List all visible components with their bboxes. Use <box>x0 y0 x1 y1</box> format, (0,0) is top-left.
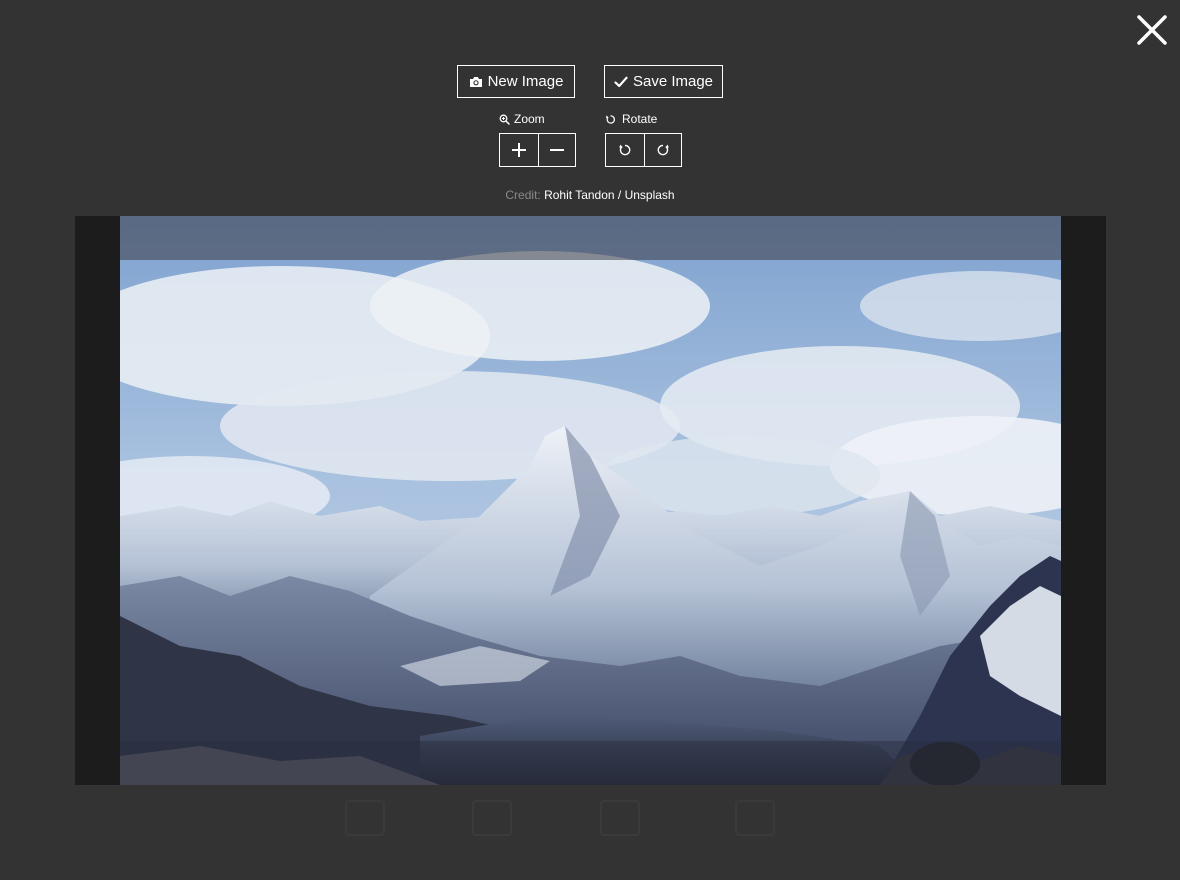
zoom-icon <box>499 114 510 125</box>
rotate-left-icon <box>619 144 631 156</box>
plus-icon <box>511 143 526 157</box>
close-button[interactable] <box>1134 12 1170 48</box>
check-icon <box>614 76 628 87</box>
faint-tool-icon <box>735 800 775 836</box>
zoom-label: Zoom <box>514 112 545 126</box>
credit-prefix: Credit: <box>505 188 541 202</box>
rotate-right-button[interactable] <box>643 134 682 166</box>
faint-tool-icon <box>600 800 640 836</box>
mountain-image <box>120 216 1061 785</box>
new-image-label: New Image <box>487 73 564 90</box>
save-image-button[interactable]: Save Image <box>604 65 723 98</box>
faint-bottom-toolbar <box>0 795 1180 845</box>
zoom-controls <box>499 133 576 167</box>
photo-credit: Credit: Rohit Tandon / Unsplash <box>0 188 1180 202</box>
rotate-controls <box>605 133 682 167</box>
zoom-in-button[interactable] <box>500 134 538 166</box>
mountain-photo <box>120 216 1061 785</box>
rotate-right-icon <box>657 144 669 156</box>
camera-icon <box>469 76 482 87</box>
new-image-button[interactable]: New Image <box>457 65 575 98</box>
rotate-left-button[interactable] <box>606 134 644 166</box>
faint-tool-icon <box>345 800 385 836</box>
rotate-group-label: Rotate <box>605 112 657 126</box>
rotate-icon <box>605 114 615 124</box>
close-icon <box>1137 15 1167 45</box>
crop-mask-top <box>120 216 1061 260</box>
zoom-out-button[interactable] <box>537 134 576 166</box>
zoom-group-label: Zoom <box>499 112 545 126</box>
faint-tool-icon <box>472 800 512 836</box>
credit-author-link[interactable]: Rohit Tandon / Unsplash <box>544 188 675 202</box>
save-image-label: Save Image <box>632 73 714 90</box>
image-crop-area[interactable] <box>75 216 1106 785</box>
rotate-label: Rotate <box>622 112 658 126</box>
minus-icon <box>549 149 564 151</box>
crop-mask-bottom <box>120 741 1061 785</box>
image-editor-modal: New Image Save Image Zoom Rotate Credit:… <box>0 0 1180 880</box>
